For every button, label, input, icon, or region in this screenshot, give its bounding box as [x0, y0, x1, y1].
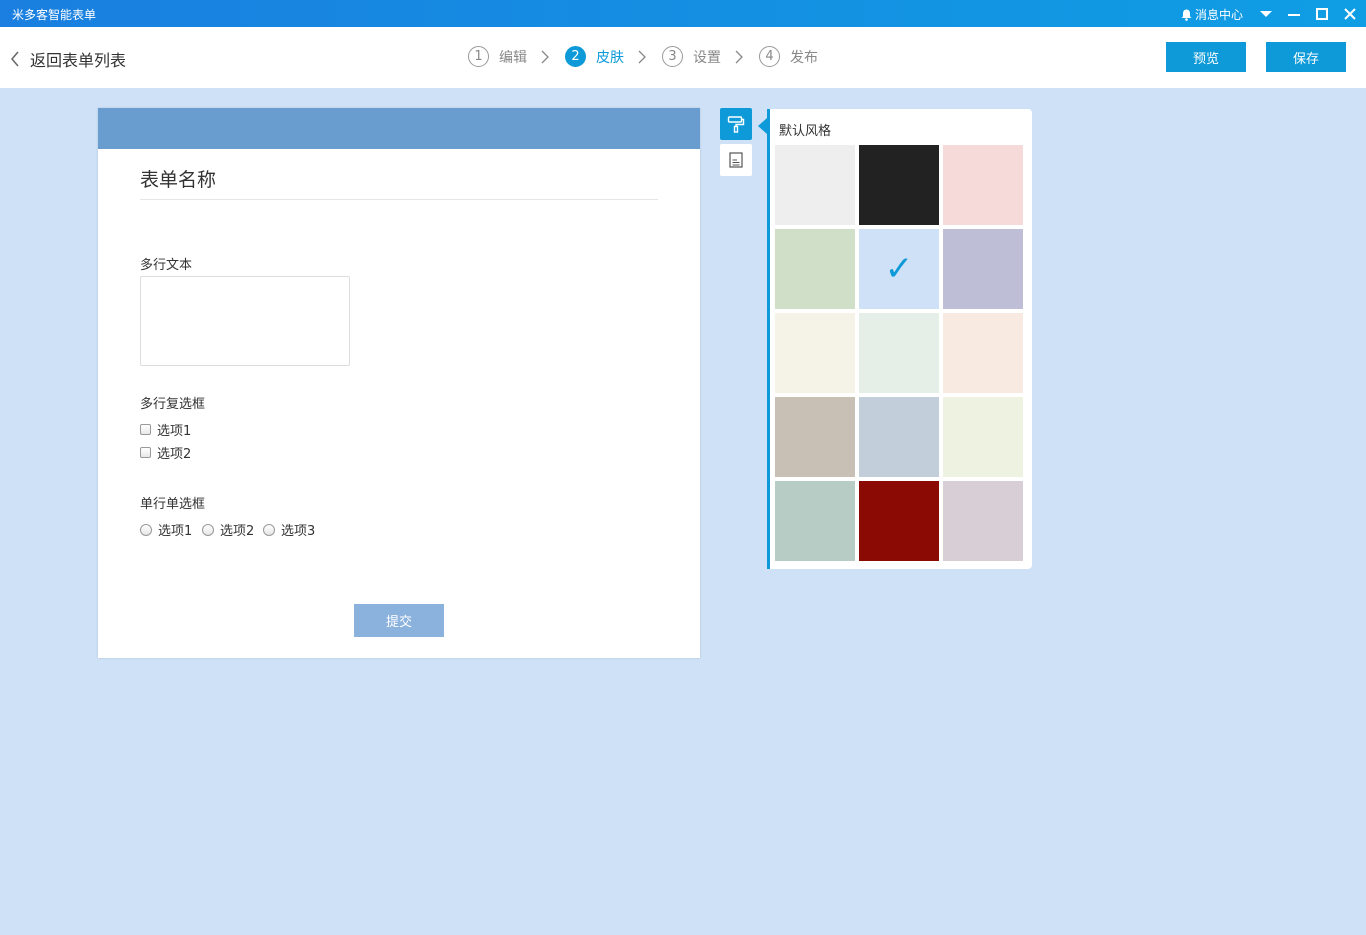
skin-swatch[interactable] [775, 481, 855, 561]
step-label: 发布 [790, 49, 818, 66]
skin-swatch[interactable]: ✓ [859, 229, 939, 309]
back-to-list-button[interactable]: 返回表单列表 [10, 47, 126, 71]
skin-swatch[interactable] [775, 313, 855, 393]
app-title: 米多客智能表单 [12, 8, 97, 22]
radio-option-label: 选项1 [158, 524, 193, 539]
document-icon [729, 152, 743, 168]
skin-swatch[interactable] [775, 145, 855, 225]
checkmark-icon: ✓ [884, 249, 914, 289]
divider [140, 199, 658, 200]
radio-option-2[interactable]: 选项2 [202, 520, 254, 539]
step-label: 皮肤 [596, 49, 624, 66]
step-skin[interactable]: 2 皮肤 [565, 46, 624, 67]
step-edit[interactable]: 1 编辑 [468, 46, 527, 67]
page-style-tool-button[interactable] [720, 144, 752, 176]
step-number: 3 [662, 46, 683, 67]
form-preview: 表单名称 多行文本 多行复选框 选项1 选项2 单行单选框 选项1 选项2 选项… [98, 108, 700, 658]
step-label: 编辑 [499, 49, 527, 66]
skin-swatch[interactable] [943, 145, 1023, 225]
step-indicator: 1 编辑 2 皮肤 3 设置 4 发布 [468, 46, 818, 67]
minimize-icon [1288, 13, 1300, 16]
skin-swatch[interactable] [859, 397, 939, 477]
checkbox-group-label: 多行复选框 [140, 397, 206, 412]
preview-button[interactable]: 预览 [1166, 42, 1246, 72]
radio-group-label: 单行单选框 [140, 497, 206, 512]
close-button[interactable] [1337, 0, 1363, 27]
message-center-label: 消息中心 [1195, 8, 1244, 22]
save-button[interactable]: 保存 [1266, 42, 1346, 72]
skin-swatch[interactable] [859, 145, 939, 225]
radio-option-3[interactable]: 选项3 [263, 520, 315, 539]
maximize-button[interactable] [1309, 0, 1335, 27]
form-header-banner [98, 108, 700, 149]
close-icon [1344, 7, 1356, 20]
panel-pointer [758, 118, 767, 134]
skin-swatch[interactable] [943, 229, 1023, 309]
toolbar: 返回表单列表 1 编辑 2 皮肤 3 设置 4 发布 预览 保存 [0, 27, 1366, 88]
checkbox-option-label: 选项1 [157, 424, 192, 439]
skin-panel: 默认风格 ✓ [767, 109, 1032, 569]
checkbox[interactable] [140, 424, 151, 435]
skin-swatch[interactable] [775, 397, 855, 477]
radio-option-1[interactable]: 选项1 [140, 520, 192, 539]
maximize-icon [1316, 7, 1328, 20]
back-label: 返回表单列表 [30, 51, 127, 70]
chevron-right-icon [638, 50, 646, 64]
chevron-right-icon [541, 50, 549, 64]
radio-button[interactable] [202, 523, 214, 536]
skin-swatch[interactable] [859, 313, 939, 393]
skin-tool-button[interactable] [720, 108, 752, 140]
radio-option-label: 选项2 [220, 524, 255, 539]
skin-swatch[interactable] [943, 313, 1023, 393]
skin-panel-title: 默认风格 [779, 124, 832, 139]
title-bar: 米多客智能表单 消息中心 [0, 0, 1366, 27]
step-number: 2 [565, 46, 586, 67]
form-title: 表单名称 [140, 169, 217, 191]
skin-swatch-grid: ✓ [775, 145, 1023, 561]
step-number: 1 [468, 46, 489, 67]
caret-down-icon [1260, 10, 1272, 17]
step-publish[interactable]: 4 发布 [759, 46, 818, 67]
step-settings[interactable]: 3 设置 [662, 46, 721, 67]
bell-icon [1181, 9, 1192, 21]
radio-option-label: 选项3 [281, 524, 316, 539]
multiline-text-input[interactable] [140, 276, 350, 366]
radio-button[interactable] [140, 523, 152, 536]
skin-swatch[interactable] [943, 397, 1023, 477]
skin-swatch[interactable] [943, 481, 1023, 561]
checkbox[interactable] [140, 447, 151, 458]
textarea-label: 多行文本 [140, 258, 193, 273]
chevron-left-icon [11, 51, 19, 67]
step-label: 设置 [693, 49, 721, 66]
submit-button[interactable]: 提交 [354, 604, 444, 637]
minimize-button[interactable] [1281, 0, 1307, 27]
message-center-button[interactable]: 消息中心 [1181, 6, 1243, 23]
dropdown-button[interactable] [1253, 0, 1279, 27]
paint-roller-icon [727, 116, 745, 133]
radio-button[interactable] [263, 523, 275, 536]
skin-swatch[interactable] [775, 229, 855, 309]
step-number: 4 [759, 46, 780, 67]
skin-swatch[interactable] [859, 481, 939, 561]
checkbox-option-label: 选项2 [157, 447, 192, 462]
checkbox-option-1[interactable]: 选项1 [140, 420, 191, 439]
chevron-right-icon [735, 50, 743, 64]
checkbox-option-2[interactable]: 选项2 [140, 443, 191, 462]
